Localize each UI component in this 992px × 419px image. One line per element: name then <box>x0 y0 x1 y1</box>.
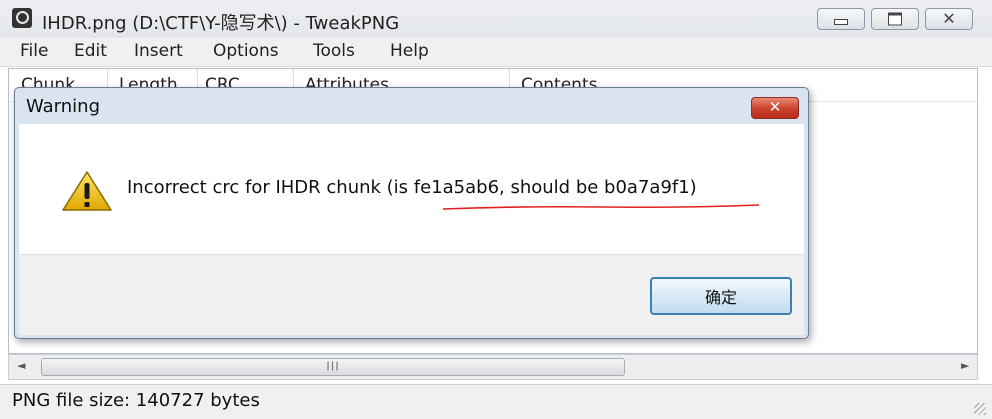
resize-grip-icon[interactable] <box>974 403 986 415</box>
dialog-title: Warning <box>26 96 101 117</box>
dialog-message: Incorrect crc for IHDR chunk (is fe1a5ab… <box>127 177 697 198</box>
menu-options[interactable]: Options <box>213 41 279 61</box>
scroll-left-icon[interactable]: ◄ <box>17 359 25 372</box>
scroll-right-icon[interactable]: ► <box>961 359 969 372</box>
ok-button[interactable]: 确定 <box>650 277 792 315</box>
title-bar: IHDR.png (D:\CTF\Y-隐写术\) - TweakPNG ✕ <box>0 0 992 38</box>
menu-edit[interactable]: Edit <box>74 41 107 61</box>
scroll-thumb[interactable]: III <box>41 358 625 376</box>
dialog-footer: 确定 <box>19 254 804 335</box>
window-title: IHDR.png (D:\CTF\Y-隐写术\) - TweakPNG <box>42 13 400 34</box>
close-button[interactable]: ✕ <box>925 8 973 30</box>
file-size-status: PNG file size: 140727 bytes <box>12 390 260 411</box>
dialog-body: Incorrect crc for IHDR chunk (is fe1a5ab… <box>19 124 804 254</box>
maximize-icon <box>888 12 902 26</box>
menu-bar: File Edit Insert Options Tools Help <box>0 38 992 67</box>
warning-icon <box>62 171 112 211</box>
menu-help[interactable]: Help <box>390 41 429 61</box>
maximize-button[interactable] <box>871 8 919 30</box>
status-bar: PNG file size: 140727 bytes <box>0 384 992 419</box>
menu-insert[interactable]: Insert <box>134 41 183 61</box>
horizontal-scrollbar[interactable]: ◄ III ► <box>8 354 978 380</box>
menu-tools[interactable]: Tools <box>313 41 355 61</box>
tweakpng-app-icon[interactable] <box>12 8 32 28</box>
red-underline-annotation <box>442 204 760 210</box>
minimize-icon <box>834 19 848 25</box>
minimize-button[interactable] <box>817 8 865 30</box>
menu-file[interactable]: File <box>20 41 48 61</box>
dialog-close-button[interactable]: ✕ <box>751 97 799 119</box>
close-icon: ✕ <box>942 9 956 28</box>
scroll-grip-icon: III <box>326 359 340 374</box>
warning-dialog: Warning ✕ Incorrect crc for IHDR chunk (… <box>14 87 809 339</box>
close-icon: ✕ <box>768 98 782 117</box>
